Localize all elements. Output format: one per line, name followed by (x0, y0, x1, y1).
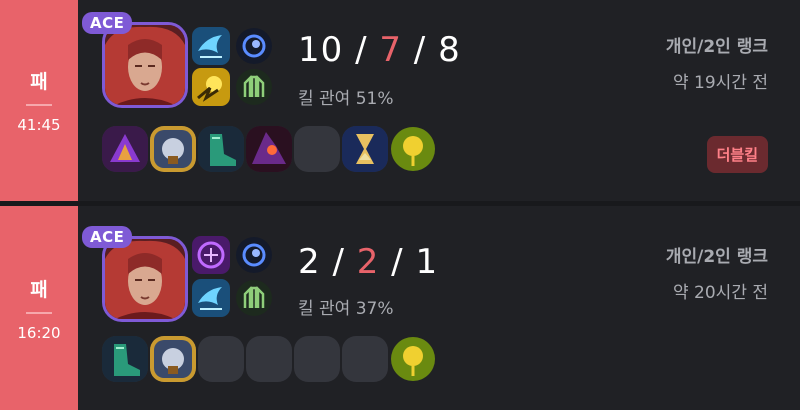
champion-avatar (102, 236, 188, 322)
time-ago: 약 19시간 전 (673, 73, 768, 93)
empty-item-slot (246, 336, 292, 382)
kda-score: 2 / 2 / 1 (298, 242, 438, 282)
kda-separator: / (320, 242, 357, 282)
champion-portrait[interactable]: ACE (82, 226, 188, 322)
empty-item-slot (342, 336, 388, 382)
kda-separator: / (379, 242, 416, 282)
kills-value: 2 (298, 242, 321, 282)
deaths-value: 7 (379, 30, 402, 70)
kill-participation: 킬 관여 37% (298, 299, 394, 319)
multikill-badge: 더블킬 (706, 136, 768, 173)
match-card[interactable]: 패 16:20 ACE 2 / 2 / 1 킬 관여 37% 개인/2인 랭크 … (0, 206, 800, 410)
deaths-value: 2 (356, 242, 380, 282)
kda-separator: / (343, 30, 380, 70)
game-duration: 41:45 (17, 116, 61, 134)
kda-score: 10 / 7 / 8 (298, 30, 461, 70)
game-duration: 16:20 (17, 323, 61, 342)
result-label: 패 (30, 71, 48, 93)
champion-portrait[interactable]: ACE (82, 12, 188, 108)
assists-value: 1 (415, 242, 439, 282)
result-label: 패 (30, 278, 48, 301)
luden-item-icon[interactable] (102, 126, 148, 172)
item-row (102, 126, 436, 172)
resolve-rune-icon[interactable] (236, 280, 272, 316)
empty-item-slot (294, 126, 340, 172)
item-row (102, 336, 436, 382)
kda-separator: / (401, 30, 439, 70)
result-bar-loss: 패 16:20 (0, 206, 78, 410)
assists-value: 8 (438, 30, 461, 70)
champion-avatar (102, 22, 188, 108)
zhonya-item-icon[interactable] (150, 336, 196, 382)
stopwatch-item-icon[interactable] (342, 126, 388, 172)
teleport-spell-icon[interactable] (192, 236, 230, 274)
ghost-spell-icon[interactable] (192, 279, 230, 317)
ward-trinket-icon[interactable] (390, 126, 436, 172)
queue-type: 개인/2인 랭크 (665, 37, 768, 57)
ace-badge: ACE (82, 226, 133, 248)
kills-value: 10 (298, 30, 344, 70)
flash-spell-icon[interactable] (192, 68, 230, 106)
empty-item-slot (294, 336, 340, 382)
ghost-spell-icon[interactable] (192, 27, 230, 65)
result-bar-loss: 패 41:45 (0, 0, 78, 201)
ace-badge: ACE (82, 12, 133, 34)
arcane-comet-rune-icon[interactable] (236, 28, 272, 64)
arcane-comet-rune-icon[interactable] (236, 237, 272, 273)
queue-type: 개인/2인 랭크 (665, 247, 768, 267)
boots-item-icon[interactable] (102, 336, 148, 382)
result-divider (26, 311, 52, 314)
resolve-rune-icon[interactable] (236, 69, 272, 105)
rabadon-item-icon[interactable] (246, 126, 292, 172)
zhonya-item-icon[interactable] (150, 126, 196, 172)
empty-item-slot (198, 336, 244, 382)
time-ago: 약 20시간 전 (673, 283, 768, 303)
ward-trinket-icon[interactable] (390, 336, 436, 382)
result-divider (26, 104, 52, 106)
boots-item-icon[interactable] (198, 126, 244, 172)
kill-participation: 킬 관여 51% (298, 89, 394, 109)
match-card[interactable]: 패 41:45 ACE 10 / 7 / 8 킬 관여 51% 개인/2인 랭크… (0, 0, 800, 201)
